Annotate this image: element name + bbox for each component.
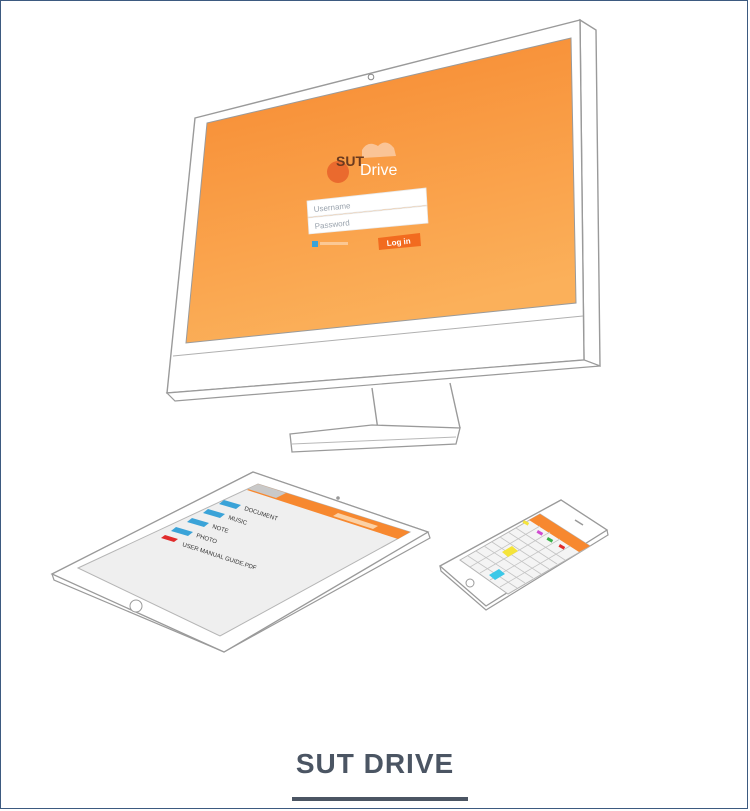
devices-illustration: SUT Drive Username Password Log in DOCUM… <box>50 18 609 653</box>
logo-drive-text: Drive <box>360 162 397 179</box>
camera-icon <box>367 73 375 81</box>
phone-home-button-icon[interactable] <box>465 578 475 588</box>
home-button-icon[interactable] <box>129 599 143 613</box>
phone <box>438 499 609 611</box>
title-underline <box>292 797 468 801</box>
remember-checkbox[interactable] <box>312 241 318 247</box>
tablet-camera-icon <box>336 496 340 500</box>
monitor-screen <box>185 37 577 344</box>
remember-label <box>320 242 348 245</box>
page-title: SUT DRIVE <box>295 748 455 779</box>
monitor <box>165 18 601 453</box>
tablet: DOCUMENT MUSIC NOTE PHOTO USER MANUAL GU… <box>50 471 431 653</box>
